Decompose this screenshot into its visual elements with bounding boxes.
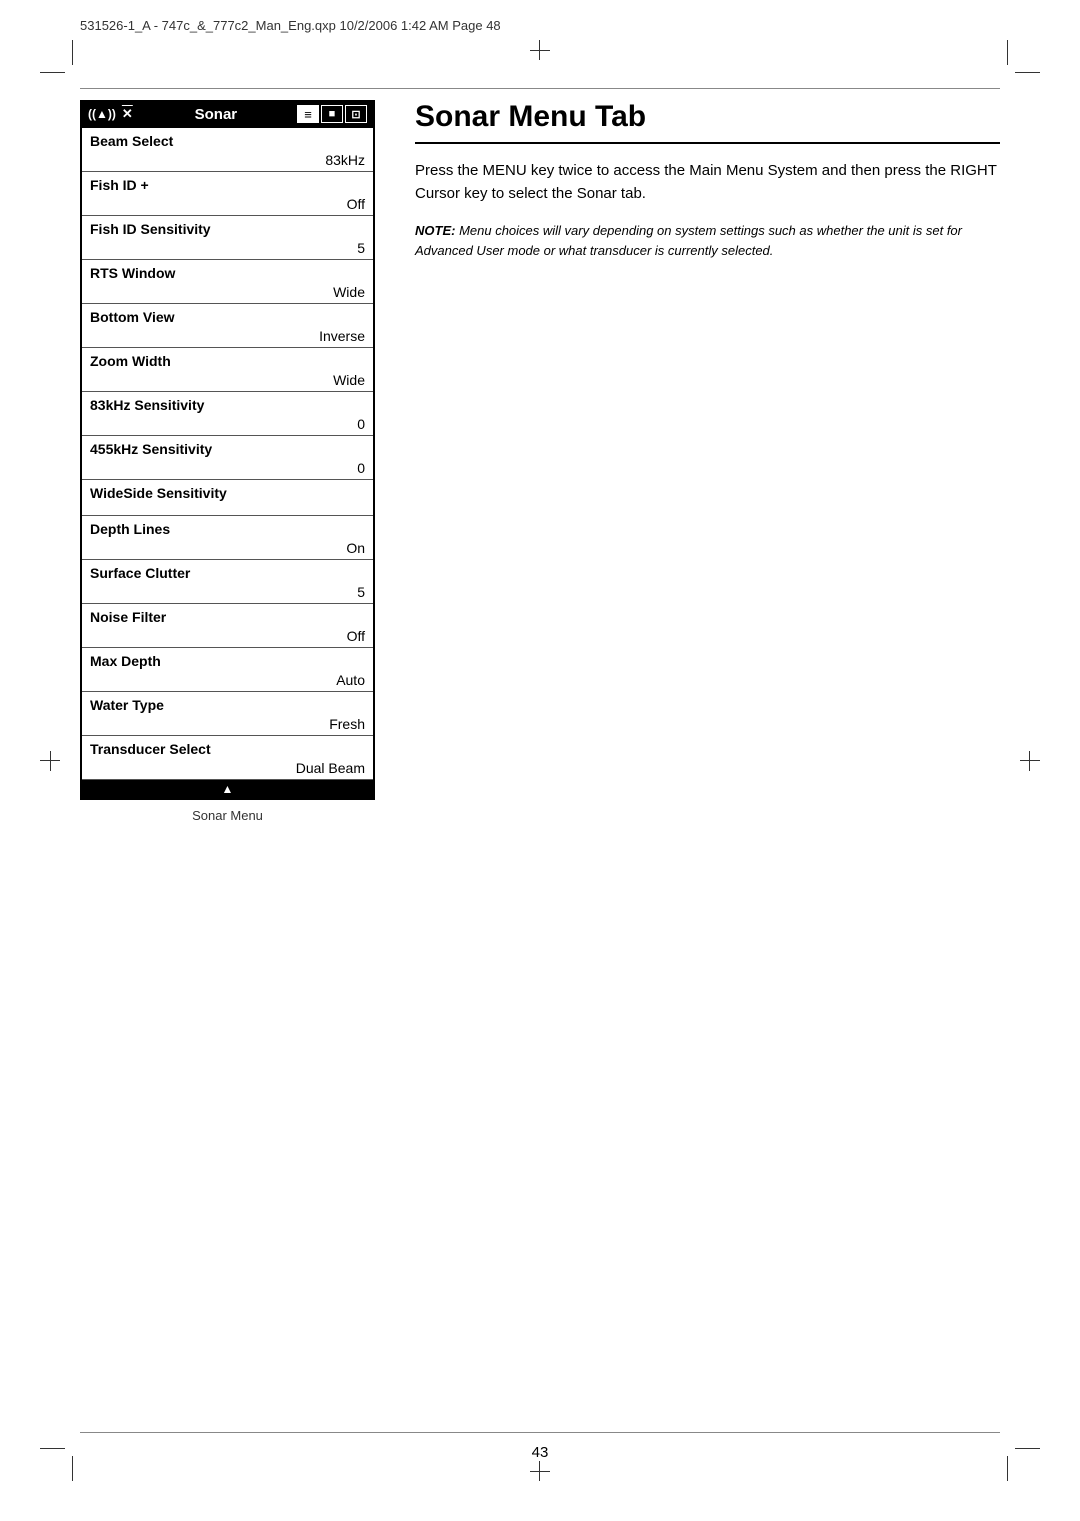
menu-item-zoom-width-value: Wide — [90, 372, 365, 388]
menu-item-water-type-value: Fresh — [90, 716, 365, 732]
menu-icon-lines: ≡ — [297, 105, 319, 123]
menu-item-fish-id-sensitivity-label: Fish ID Sensitivity — [90, 221, 365, 237]
menu-item-noise-filter-label: Noise Filter — [90, 609, 365, 625]
menu-item-water-type-label: Water Type — [90, 697, 365, 713]
menu-item-83khz-sensitivity-label: 83kHz Sensitivity — [90, 397, 365, 413]
section-title: Sonar Menu Tab — [415, 100, 1000, 144]
crop-mark-br-h — [1015, 1448, 1040, 1449]
menu-item-fish-id[interactable]: Fish ID + Off — [82, 172, 373, 216]
crop-mark-tl-h — [40, 72, 65, 73]
crop-mark-tr-h — [1015, 72, 1040, 73]
menu-item-rts-window-label: RTS Window — [90, 265, 365, 281]
page-number: 43 — [532, 1444, 549, 1461]
page-header: 531526-1_A - 747c_&_777c2_Man_Eng.qxp 10… — [80, 18, 1000, 33]
menu-item-depth-lines-value: On — [90, 540, 365, 556]
scroll-indicator: ▲ — [82, 780, 373, 798]
menu-item-83khz-sensitivity[interactable]: 83kHz Sensitivity 0 — [82, 392, 373, 436]
menu-item-transducer-select-value: Dual Beam — [90, 760, 365, 776]
left-panel: ((▲)) ✕ Sonar ≡ ■ ⊡ Beam Select 83kHz Fi… — [80, 100, 375, 1421]
header-text: 531526-1_A - 747c_&_777c2_Man_Eng.qxp 10… — [80, 18, 501, 33]
menu-item-transducer-select-label: Transducer Select — [90, 741, 365, 757]
menu-item-fish-id-label: Fish ID + — [90, 177, 365, 193]
note-paragraph: NOTE: Menu choices will vary depending o… — [415, 221, 1000, 260]
menu-item-transducer-select[interactable]: Transducer Select Dual Beam — [82, 736, 373, 780]
menu-item-455khz-sensitivity-value: 0 — [90, 460, 365, 476]
menu-icon-screen: ■ — [321, 105, 343, 123]
menu-item-455khz-sensitivity[interactable]: 455kHz Sensitivity 0 — [82, 436, 373, 480]
crop-mark-tr-v — [1007, 40, 1008, 65]
note-label: NOTE: — [415, 223, 455, 238]
hr-top — [80, 88, 1000, 89]
menu-item-beam-select-value: 83kHz — [90, 152, 365, 168]
menu-item-surface-clutter-label: Surface Clutter — [90, 565, 365, 581]
right-panel: Sonar Menu Tab Press the MENU key twice … — [415, 100, 1000, 1421]
menu-item-noise-filter[interactable]: Noise Filter Off — [82, 604, 373, 648]
note-content: Menu choices will vary depending on syst… — [415, 223, 962, 258]
menu-item-water-type[interactable]: Water Type Fresh — [82, 692, 373, 736]
menu-item-83khz-sensitivity-value: 0 — [90, 416, 365, 432]
menu-icon-power: ⊡ — [345, 105, 367, 123]
menu-item-fish-id-sensitivity[interactable]: Fish ID Sensitivity 5 — [82, 216, 373, 260]
crop-mark-bl-v — [72, 1456, 73, 1481]
menu-item-wideside-sensitivity-label: WideSide Sensitivity — [90, 485, 365, 501]
menu-item-noise-filter-value: Off — [90, 628, 365, 644]
menu-item-zoom-width[interactable]: Zoom Width Wide — [82, 348, 373, 392]
menu-item-fish-id-sensitivity-value: 5 — [90, 240, 365, 256]
menu-item-surface-clutter[interactable]: Surface Clutter 5 — [82, 560, 373, 604]
menu-item-max-depth-value: Auto — [90, 672, 365, 688]
main-content: ((▲)) ✕ Sonar ≡ ■ ⊡ Beam Select 83kHz Fi… — [80, 100, 1000, 1421]
menu-header-icons: ≡ ■ ⊡ — [297, 105, 367, 123]
menu-item-rts-window[interactable]: RTS Window Wide — [82, 260, 373, 304]
menu-item-455khz-sensitivity-label: 455kHz Sensitivity — [90, 441, 365, 457]
menu-item-max-depth[interactable]: Max Depth Auto — [82, 648, 373, 692]
menu-item-depth-lines-label: Depth Lines — [90, 521, 365, 537]
menu-item-rts-window-value: Wide — [90, 284, 365, 300]
menu-item-beam-select-label: Beam Select — [90, 133, 365, 149]
menu-item-surface-clutter-value: 5 — [90, 584, 365, 600]
menu-item-bottom-view-value: Inverse — [90, 328, 365, 344]
crop-mark-br-v — [1007, 1456, 1008, 1481]
menu-item-depth-lines[interactable]: Depth Lines On — [82, 516, 373, 560]
menu-item-fish-id-value: Off — [90, 196, 365, 212]
device-menu-header: ((▲)) ✕ Sonar ≡ ■ ⊡ — [82, 102, 373, 128]
menu-header-icon-left: ((▲)) — [88, 107, 116, 121]
menu-item-bottom-view[interactable]: Bottom View Inverse — [82, 304, 373, 348]
menu-item-max-depth-label: Max Depth — [90, 653, 365, 669]
device-menu: ((▲)) ✕ Sonar ≡ ■ ⊡ Beam Select 83kHz Fi… — [80, 100, 375, 800]
hr-bottom — [80, 1432, 1000, 1433]
menu-item-zoom-width-label: Zoom Width — [90, 353, 365, 369]
device-caption: Sonar Menu — [80, 808, 375, 823]
menu-item-beam-select[interactable]: Beam Select 83kHz — [82, 128, 373, 172]
section-description: Press the MENU key twice to access the M… — [415, 160, 1000, 205]
sonar-cross-icon: ✕ — [122, 106, 133, 122]
menu-item-bottom-view-label: Bottom View — [90, 309, 365, 325]
crop-mark-tl-v — [72, 40, 73, 65]
menu-header-title: Sonar — [139, 106, 293, 123]
menu-item-wideside-sensitivity[interactable]: WideSide Sensitivity — [82, 480, 373, 516]
crop-mark-bl-h — [40, 1448, 65, 1449]
